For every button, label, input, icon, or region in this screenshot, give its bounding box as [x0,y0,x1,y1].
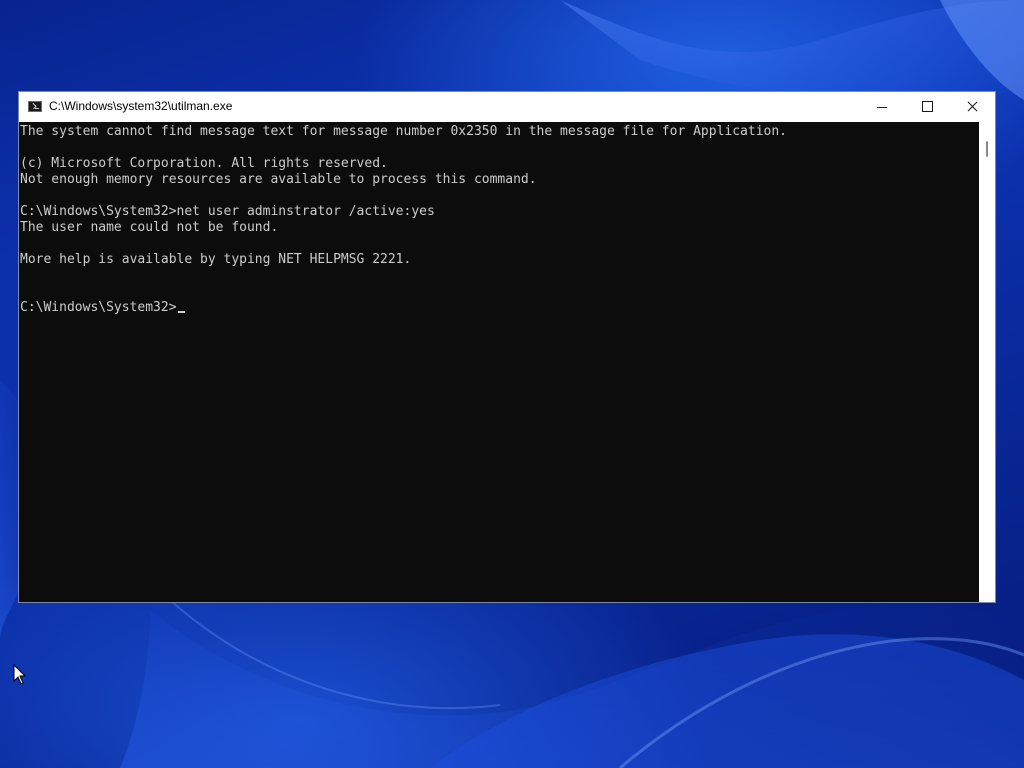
command-prompt-window[interactable]: C:\Windows\system32\utilman.exe The syst… [18,91,996,603]
title-bar[interactable]: C:\Windows\system32\utilman.exe [19,92,995,122]
command-prompt: C:\Windows\System32> [20,300,177,315]
close-icon[interactable] [950,92,995,122]
prompt-line[interactable]: C:\Windows\System32> [20,300,787,316]
console-line: The user name could not be found. [20,220,279,235]
console-lines: The system cannot find message text for … [20,124,787,316]
console-line: Not enough memory resources are availabl… [20,172,537,187]
console-line: (c) Microsoft Corporation. All rights re… [20,156,388,171]
minimize-icon[interactable] [860,92,905,122]
window-title: C:\Windows\system32\utilman.exe [49,99,233,113]
console-line: The system cannot find message text for … [20,124,788,139]
console-output-area[interactable]: The system cannot find message text for … [19,122,979,602]
cmd-prompt-icon [28,101,42,112]
vertical-scrollbar[interactable] [979,122,995,602]
console-line: C:\Windows\System32>net user adminstrato… [20,204,435,219]
mouse-pointer-icon [13,664,27,685]
maximize-icon[interactable] [905,92,950,122]
scrollbar-thumb[interactable] [986,141,988,157]
text-cursor [177,311,185,313]
console-line: More help is available by typing NET HEL… [20,252,412,267]
